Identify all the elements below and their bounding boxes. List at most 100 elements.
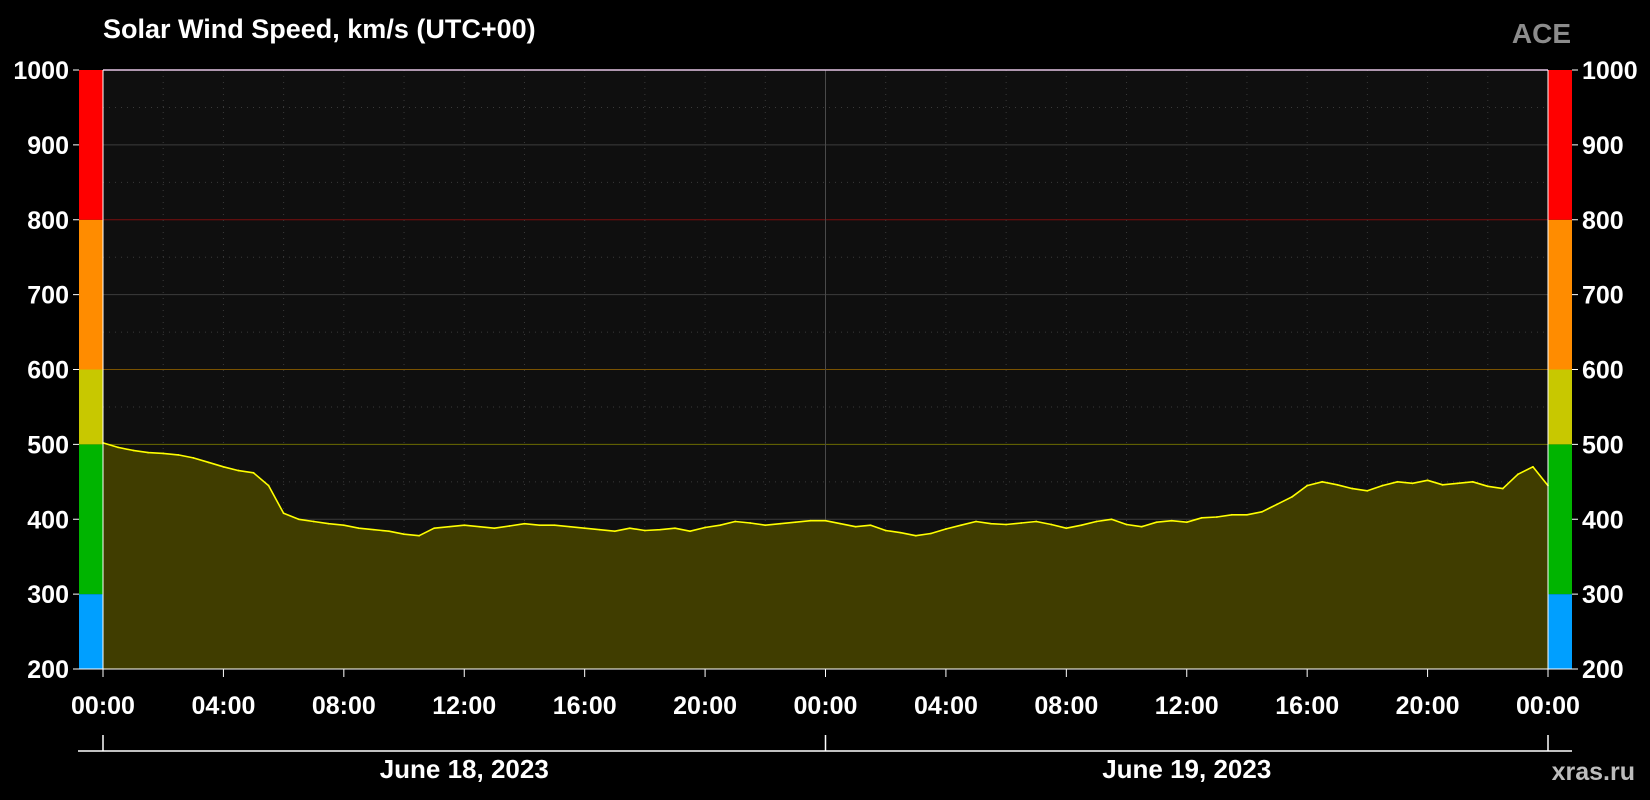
data-point [1095,520,1098,523]
data-point [1200,516,1203,519]
data-point [854,525,857,528]
data-point [523,522,526,525]
x-tick-label: 12:00 [1155,692,1219,720]
solar-wind-chart: 200 200 300 300 400 400 500 500 600 600 700 700 800 8… [13,57,1637,784]
data-point [388,530,390,533]
data-point [643,529,646,532]
y-tick-label-right: 200 [1582,656,1624,684]
data-point [1426,479,1429,482]
data-point [207,461,210,464]
data-point [583,527,586,530]
x-tick-label: 08:00 [312,692,376,720]
data-point [704,526,706,529]
data-point [628,527,631,530]
data-point [1516,473,1519,476]
data-point [1321,480,1324,483]
x-tick-label: 16:00 [1275,692,1339,720]
y-tick-label-left: 300 [27,581,69,609]
data-point [1125,523,1128,526]
data-point [1155,521,1158,524]
data-point [1441,483,1444,486]
data-point [312,520,315,523]
right-color-band [1548,444,1572,595]
data-point [463,524,466,527]
data-point [1246,513,1248,516]
data-point [824,519,827,522]
data-point [779,522,782,525]
y-tick-label-right: 700 [1582,282,1624,310]
y-tick-label-left: 900 [27,132,69,160]
right-color-band [1548,219,1572,370]
y-tick-label-right: 600 [1582,357,1624,385]
left-color-band [79,219,103,370]
data-point [1501,487,1504,490]
x-tick-label: 20:00 [1396,692,1460,720]
data-point [1231,513,1233,516]
data-point [1396,480,1399,483]
left-color-band [79,444,103,595]
date-label: June 18, 2023 [380,754,549,784]
data-point [945,528,947,530]
data-point [538,524,541,527]
data-point [674,527,676,530]
credit-link[interactable]: xras.ru [1552,758,1635,787]
data-point [418,534,420,537]
right-color-band [1548,70,1572,220]
y-tick-label-left: 800 [27,207,69,235]
data-point [1291,495,1294,498]
data-point [1140,525,1143,528]
y-tick-label-left: 400 [27,506,69,534]
data-point [1215,516,1218,518]
data-point [1486,485,1489,488]
date-label: June 19, 2023 [1102,754,1271,784]
x-tick-label: 16:00 [553,692,617,720]
data-point [252,471,255,474]
data-point [990,522,992,525]
data-point [117,446,119,449]
left-color-band [79,369,103,445]
data-point [1065,527,1068,530]
data-point [1336,483,1339,486]
data-point [1532,465,1534,468]
data-point [1276,503,1278,506]
data-point [553,524,556,527]
data-point [493,527,496,530]
data-point [1366,489,1369,492]
data-point [1110,518,1113,521]
chart-title: Solar Wind Speed, km/s (UTC+00) [103,14,536,44]
left-color-band [79,70,103,220]
data-point [132,449,135,452]
y-tick-label-right: 900 [1582,132,1624,160]
data-point [508,525,511,527]
data-point [162,452,165,455]
y-tick-label-right: 300 [1582,581,1624,609]
y-tick-label-left: 1000 [13,57,69,85]
y-tick-label-left: 600 [27,357,69,385]
data-point [342,524,345,527]
data-point [1170,519,1173,522]
data-point [1035,520,1038,523]
data-point [357,527,360,530]
y-tick-label-left: 700 [27,282,69,310]
y-tick-label-left: 500 [27,431,69,459]
y-tick-label-right: 500 [1582,431,1624,459]
data-point [809,519,812,522]
data-point [719,524,722,527]
data-point [869,524,872,527]
data-point [764,524,767,527]
data-point [689,530,691,533]
source-label: ACE [1511,18,1571,49]
x-tick-label: 08:00 [1034,692,1098,720]
data-point [568,525,571,528]
x-tick-label: 00:00 [794,692,858,720]
data-point [975,520,977,523]
data-point [1306,484,1309,487]
data-point [403,533,405,536]
data-point [327,522,330,525]
data-point [1456,482,1459,485]
data-point [192,456,195,459]
data-point [929,532,932,535]
data-point [1381,484,1384,487]
right-color-band [1548,594,1572,669]
x-tick-label: 00:00 [71,692,135,720]
